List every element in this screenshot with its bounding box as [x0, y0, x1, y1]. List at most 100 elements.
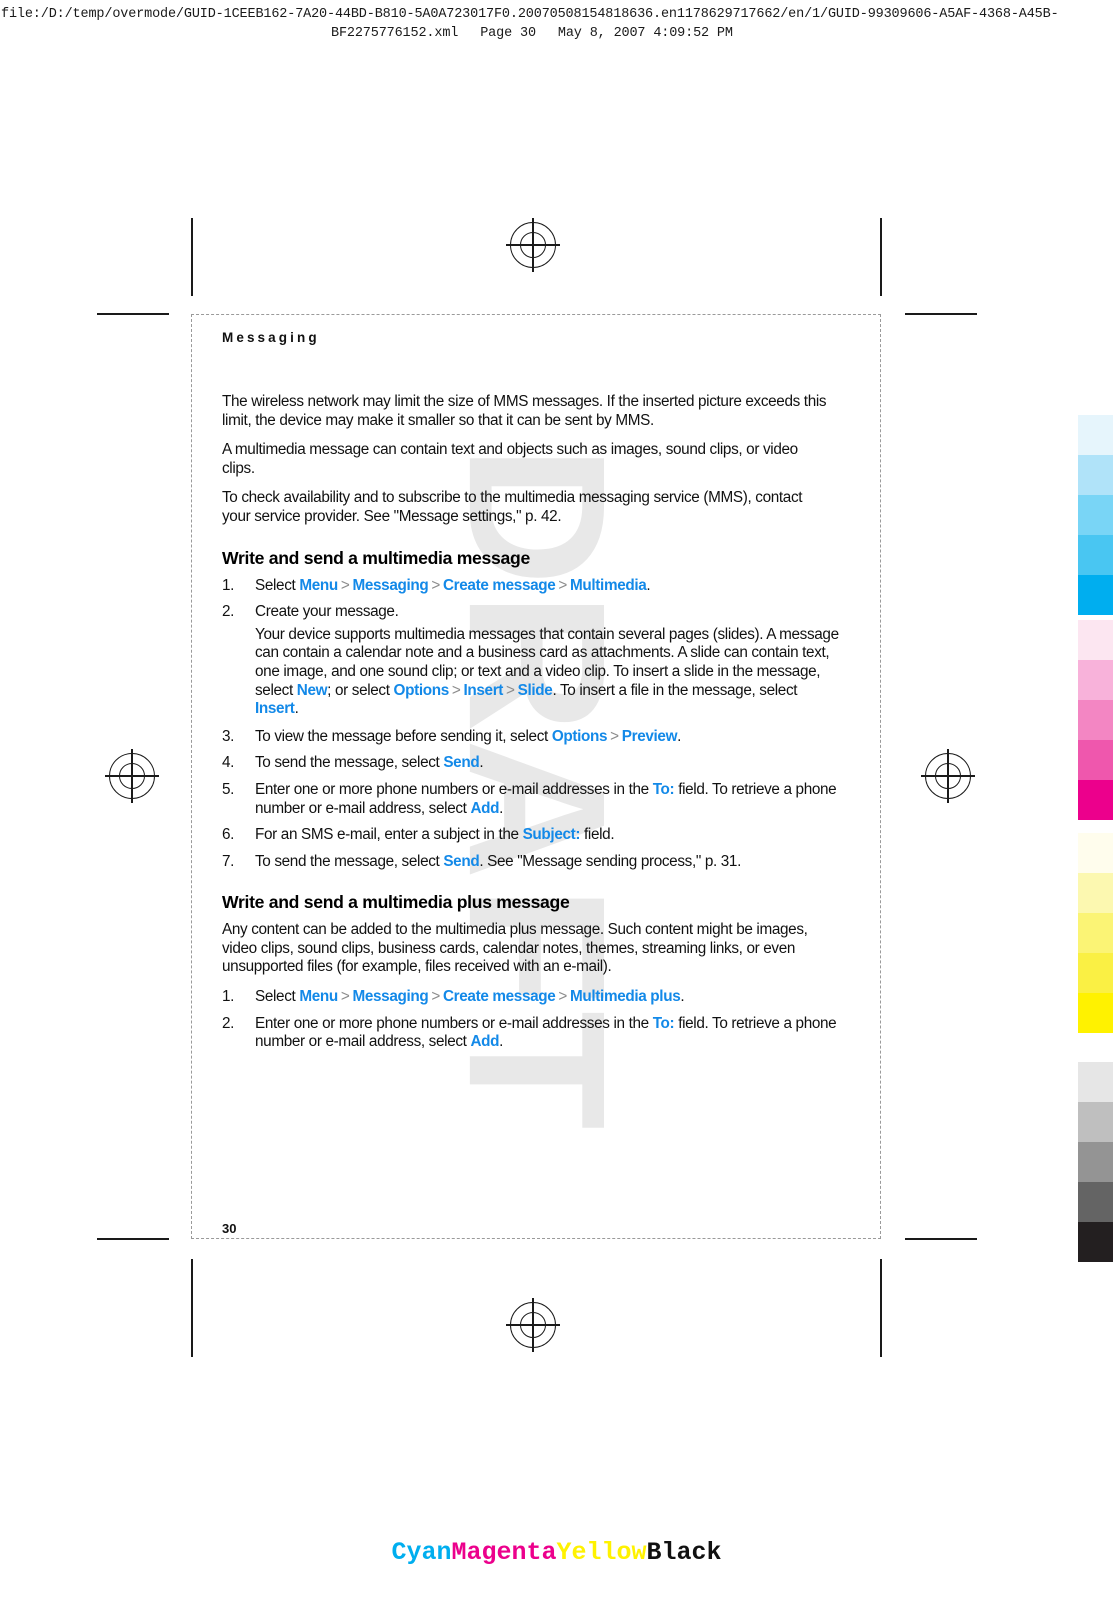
chevron-right-icon: > [558, 988, 568, 1006]
menu-link-new[interactable]: New [297, 682, 328, 699]
crop-mark-left-bottom-horizontal [97, 1238, 169, 1240]
field-link-subject[interactable]: Subject: [523, 826, 581, 843]
cmyk-legend-magenta: Magenta [451, 1538, 557, 1567]
color-swatch-black-2 [1078, 1102, 1113, 1142]
step-text: Create your message. [255, 603, 399, 621]
menu-link-add[interactable]: Add [470, 800, 499, 817]
print-header-filename: BF2275776152.xml [331, 26, 459, 41]
field-link-to[interactable]: To: [653, 1015, 675, 1032]
steps-list-multimedia-plus-message: 1. Select Menu > Messaging > Create message > M… [222, 988, 842, 1052]
step-number: 3. [222, 727, 235, 745]
menu-link-add[interactable]: Add [470, 1033, 499, 1050]
color-swatch-magenta-1 [1078, 620, 1113, 660]
chevron-right-icon: > [451, 681, 461, 699]
print-header-meta: BF2275776152.xml Page 30 May 8, 2007 4:09:… [331, 24, 733, 44]
step-sub-paragraph-slides: Your device supports multimedia messages… [255, 626, 842, 719]
chapter-title: Messaging [222, 330, 320, 345]
color-swatch-magenta-2 [1078, 660, 1113, 700]
color-swatch-black-1 [1078, 1062, 1113, 1102]
color-swatch-cyan-4 [1078, 535, 1113, 575]
crop-mark-right-bottom-horizontal [905, 1238, 977, 1240]
color-swatch-magenta-3 [1078, 700, 1113, 740]
chevron-right-icon: > [340, 576, 350, 594]
list-item: 7. To send the message, select Send. See … [222, 853, 842, 872]
paragraph-mms-contents: A multimedia message can contain text an… [222, 441, 798, 477]
color-swatch-black-4 [1078, 1182, 1113, 1222]
steps-list-multimedia-message: 1. Select Menu > Messaging > Create message > M… [222, 577, 842, 872]
menu-link-insert-file[interactable]: Insert [255, 700, 295, 717]
step-text-suffix: . [499, 799, 504, 817]
sub-text-c: . To insert a file in the message, selec… [552, 681, 798, 699]
chevron-right-icon: > [340, 988, 350, 1006]
paragraph-mms-availability: To check availability and to subscribe t… [222, 489, 803, 525]
menu-path-link-menu[interactable]: Menu [299, 577, 338, 594]
sub-text-d: . [294, 700, 299, 718]
cmyk-legend-cyan: Cyan [391, 1538, 452, 1567]
menu-link-insert[interactable]: Insert [463, 682, 503, 699]
menu-link-send[interactable]: Send [443, 754, 479, 771]
paragraph-multimedia-plus-intro: Any content can be added to the multimed… [222, 921, 808, 976]
color-swatch-yellow-5 [1078, 993, 1113, 1033]
page-content: Messaging The wireless network may limit… [222, 330, 842, 1060]
step-number: 5. [222, 780, 235, 798]
menu-path-link-messaging[interactable]: Messaging [352, 988, 428, 1005]
color-swatch-yellow-3 [1078, 913, 1113, 953]
menu-link-preview[interactable]: Preview [622, 728, 678, 745]
menu-path-link-create-message[interactable]: Create message [443, 577, 556, 594]
step-text-suffix: . [499, 1033, 504, 1051]
menu-path-link-create-message[interactable]: Create message [443, 988, 556, 1005]
cmyk-legend: CyanMagentaYellowBlack [0, 1538, 1113, 1567]
color-swatch-yellow-1 [1078, 833, 1113, 873]
step-text-prefix: To send the message, select [255, 852, 444, 870]
page-number: 30 [222, 1221, 237, 1236]
color-swatch-yellow-4 [1078, 953, 1113, 993]
list-item: 1. Select Menu > Messaging > Create message > M… [222, 988, 842, 1007]
color-swatch-cyan-3 [1078, 495, 1113, 535]
step-text-prefix: For an SMS e-mail, enter a subject in th… [255, 826, 523, 844]
menu-link-slide[interactable]: Slide [518, 682, 553, 699]
color-swatch-cyan-1 [1078, 415, 1113, 455]
chevron-right-icon: > [431, 988, 440, 1006]
field-link-to[interactable]: To: [653, 781, 675, 798]
list-item: 5. Enter one or more phone numbers or e-m… [222, 781, 842, 818]
menu-path-link-menu[interactable]: Menu [299, 988, 338, 1005]
list-item: 1. Select Menu > Messaging > Create message > M… [222, 577, 842, 596]
print-header-page-label: Page 30 [480, 26, 536, 41]
step-number: 7. [222, 852, 235, 870]
color-swatch-magenta-5 [1078, 780, 1113, 820]
step-text-prefix: To view the message before sending it, s… [255, 727, 552, 745]
registration-mark-left [105, 749, 159, 803]
crop-mark-top-right-vertical [880, 218, 882, 296]
step-text-prefix: Select [255, 988, 300, 1006]
menu-link-options[interactable]: Options [394, 682, 450, 699]
registration-mark-right [921, 749, 975, 803]
menu-path-link-multimedia-plus[interactable]: Multimedia plus [570, 988, 681, 1005]
cmyk-legend-yellow: Yellow [556, 1538, 647, 1567]
step-text-prefix: Enter one or more phone numbers or e-mai… [255, 780, 653, 798]
color-swatch-black-5 [1078, 1222, 1113, 1262]
step-text-suffix: . [479, 754, 484, 772]
menu-path-link-messaging[interactable]: Messaging [352, 577, 428, 594]
menu-path-link-multimedia[interactable]: Multimedia [570, 577, 647, 594]
crop-mark-bottom-left-vertical [191, 1259, 193, 1357]
chevron-right-icon: > [610, 727, 619, 745]
list-item: 2. Create your message. Your device suppo… [222, 603, 842, 719]
menu-link-options[interactable]: Options [552, 728, 608, 745]
step-text-prefix: Enter one or more phone numbers or e-mai… [255, 1014, 653, 1032]
registration-mark-bottom [506, 1298, 560, 1352]
step-number: 4. [222, 754, 235, 772]
step-number: 6. [222, 826, 235, 844]
color-swatch-magenta-4 [1078, 740, 1113, 780]
step-text-suffix: field. [580, 826, 615, 844]
step-text-suffix: . [680, 988, 685, 1006]
section-heading-multimedia-message: Write and send a multimedia message [222, 547, 530, 568]
menu-link-send[interactable]: Send [443, 853, 479, 870]
list-item: 4. To send the message, select Send. [222, 754, 842, 773]
step-number: 1. [222, 988, 235, 1006]
section-heading-multimedia-plus-message: Write and send a multimedia plus message [222, 892, 570, 913]
registration-mark-top [506, 218, 560, 272]
cmyk-legend-black: Black [646, 1538, 722, 1567]
step-text-prefix: Select [255, 576, 300, 594]
step-number: 1. [222, 576, 235, 594]
color-swatch-cyan-2 [1078, 455, 1113, 495]
